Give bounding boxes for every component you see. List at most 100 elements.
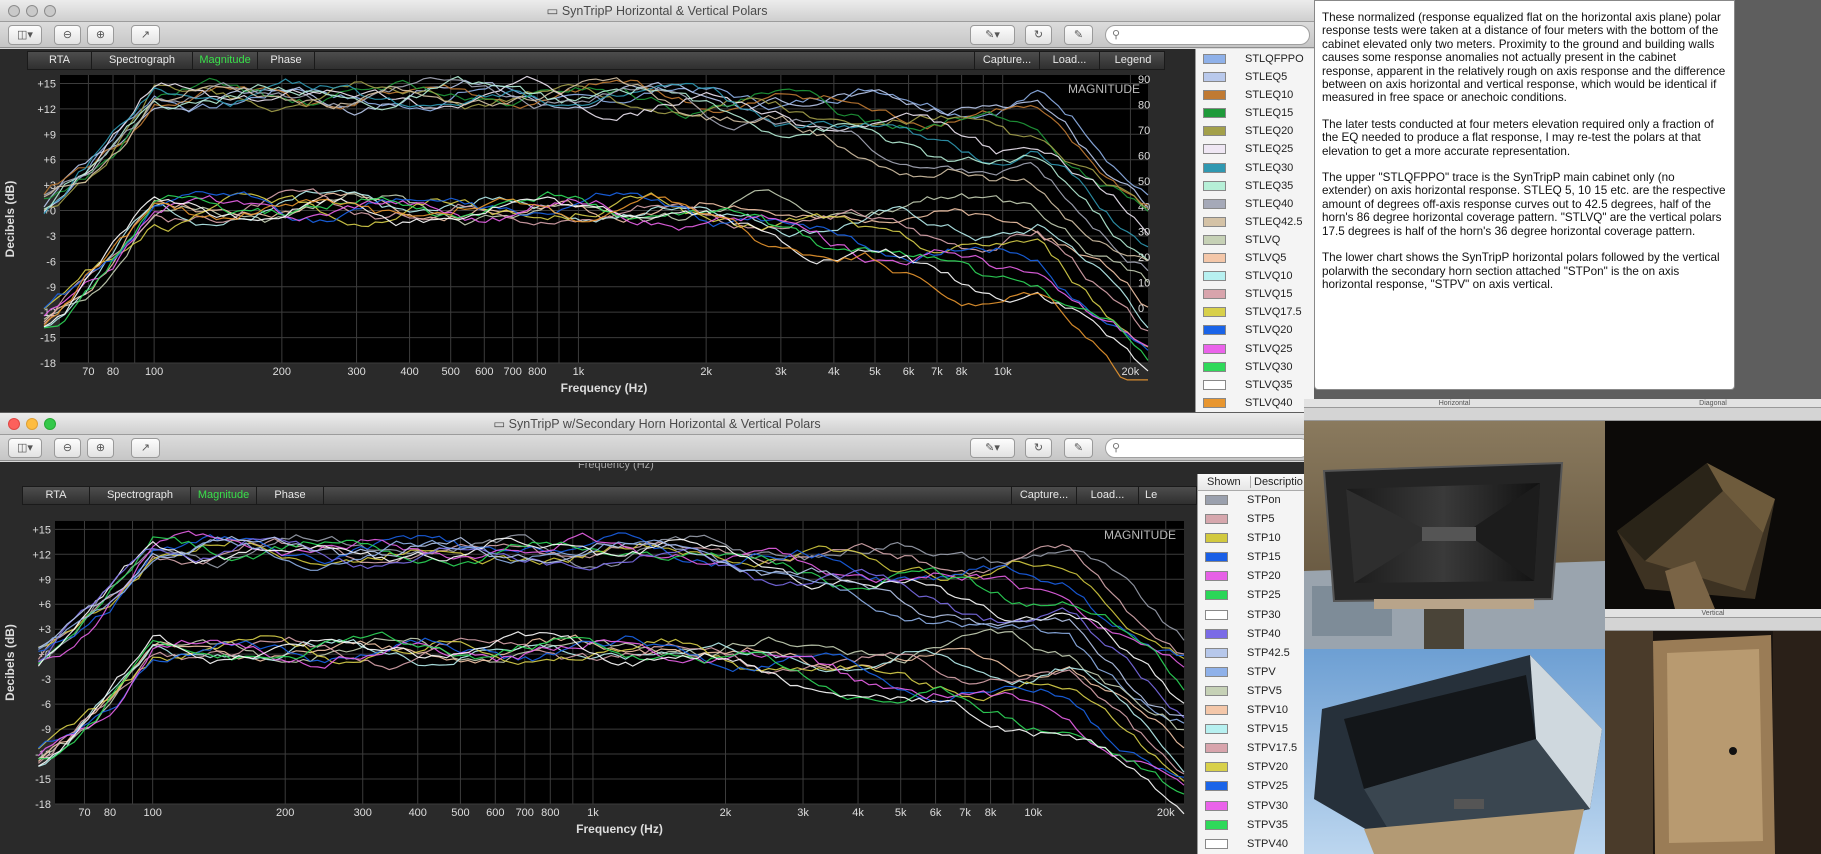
load-button[interactable]: Load... [1040, 52, 1100, 69]
capture-button[interactable]: Capture... [1011, 487, 1077, 504]
minimize-button[interactable] [26, 5, 38, 17]
legend-row[interactable]: STPon [1198, 491, 1314, 510]
legend-row[interactable]: STPV15 [1198, 720, 1314, 739]
zoom-in-button[interactable]: ⊕ [87, 25, 114, 45]
photo-window-diagonal[interactable]: Diagonal [1605, 399, 1821, 609]
rotate-button[interactable]: ↻ [1025, 25, 1052, 45]
legend-swatch [1205, 838, 1228, 849]
legend-row[interactable]: STP20 [1198, 567, 1314, 586]
legend-row[interactable]: STLEQ20 [1196, 122, 1314, 140]
legend-row[interactable]: STPV25 [1198, 777, 1314, 796]
x-tick-label: 70 [78, 807, 90, 819]
minimize-button[interactable] [26, 418, 38, 430]
zoom-button[interactable] [44, 5, 56, 17]
legend-row[interactable]: STPV40 [1198, 835, 1314, 854]
legend-row[interactable]: STPV [1198, 663, 1314, 682]
legend-row[interactable]: STPV17.5 [1198, 739, 1314, 758]
sidebar-view-button[interactable]: ◫▾ [8, 438, 42, 458]
tab-spectrograph[interactable]: Spectrograph [90, 487, 191, 504]
share-button[interactable]: ↗ [131, 438, 160, 458]
legend-row[interactable]: STLVQ30 [1196, 358, 1314, 376]
load-button[interactable]: Load... [1077, 487, 1139, 504]
legend-row[interactable]: STP5 [1198, 510, 1314, 529]
window-bottom: ▭ SynTripP w/Secondary Horn Horizontal &… [0, 413, 1314, 854]
legend-row[interactable]: STP42.5 [1198, 644, 1314, 663]
tab-magnitude[interactable]: Magnitude [193, 52, 258, 69]
rotate-button[interactable]: ↻ [1025, 438, 1052, 458]
y-tick-label: +15 [37, 78, 56, 90]
legend-row[interactable]: STLVQ [1196, 231, 1314, 249]
legend-row[interactable]: STLVQ20 [1196, 321, 1314, 339]
legend-row[interactable]: STP10 [1198, 529, 1314, 548]
legend-row[interactable]: STP30 [1198, 606, 1314, 625]
photo-window-vertical[interactable]: Vertical [1605, 609, 1821, 854]
legend-row[interactable]: STPV10 [1198, 701, 1314, 720]
search-field[interactable]: ⚲ [1105, 438, 1310, 458]
legend-row[interactable]: STLEQ30 [1196, 159, 1314, 177]
tab-phase[interactable]: Phase [258, 52, 315, 69]
legend-row[interactable]: STLEQ10 [1196, 86, 1314, 104]
legend-row[interactable]: STLVQ15 [1196, 285, 1314, 303]
legend-row[interactable]: STLQFPPO [1196, 50, 1314, 68]
zoom-in-button[interactable]: ⊕ [87, 438, 114, 458]
chart2-magnitude-plot[interactable]: +15+12+9+6+3+0-3-6-9-12-15-1870 80 100 200 3… [0, 508, 1195, 854]
legend-row[interactable]: STLEQ40 [1196, 195, 1314, 213]
legend-label: STLEQ42.5 [1245, 215, 1303, 228]
notes-window[interactable]: These normalized (response equalized fla… [1314, 0, 1735, 390]
window-top-titlebar[interactable]: ▭ SynTripP Horizontal & Vertical Polars [0, 0, 1314, 22]
zoom-out-button[interactable]: ⊖ [54, 25, 81, 45]
edit-button[interactable]: ✎ [1064, 438, 1093, 458]
legend-row[interactable]: STP15 [1198, 548, 1314, 567]
legend-row[interactable]: STPV30 [1198, 797, 1314, 816]
y-tick-label: +15 [32, 524, 51, 536]
legend-row[interactable]: STP40 [1198, 625, 1314, 644]
legend-row[interactable]: STLVQ25 [1196, 340, 1314, 358]
markup-button[interactable]: ✎▾ [970, 25, 1015, 45]
tab-phase[interactable]: Phase [257, 487, 324, 504]
column-description[interactable]: Descriptio [1250, 476, 1303, 488]
zoom-button[interactable] [44, 418, 56, 430]
photo-titlebar[interactable]: Vertical [1605, 609, 1821, 618]
zoom-out-button[interactable]: ⊖ [54, 438, 81, 458]
legend-row[interactable]: STLVQ40 [1196, 394, 1314, 412]
legend-row[interactable]: STPV35 [1198, 816, 1314, 835]
legend-row[interactable]: STPV20 [1198, 758, 1314, 777]
sidebar-view-button[interactable]: ◫▾ [8, 25, 42, 45]
legend-swatch [1203, 289, 1226, 300]
legend-row[interactable]: STLVQ35 [1196, 376, 1314, 394]
share-button[interactable]: ↗ [131, 25, 160, 45]
legend-button[interactable]: Legend [1100, 52, 1166, 69]
legend-row[interactable]: STLEQ5 [1196, 68, 1314, 86]
photo-titlebar[interactable]: Horizontal [1304, 399, 1605, 408]
legend-label: STLEQ15 [1245, 107, 1294, 120]
tab-rta[interactable]: RTA [23, 487, 90, 504]
legend-row[interactable]: STLEQ15 [1196, 104, 1314, 122]
window-bottom-titlebar[interactable]: ▭ SynTripP w/Secondary Horn Horizontal &… [0, 413, 1314, 435]
photo-window-horizontal[interactable]: Horizontal [1304, 399, 1605, 649]
legend-row[interactable]: STLEQ35 [1196, 177, 1314, 195]
markup-button[interactable]: ✎▾ [970, 438, 1015, 458]
legend-row[interactable]: STPV5 [1198, 682, 1314, 701]
legend-swatch [1203, 72, 1226, 83]
edit-button[interactable]: ✎ [1064, 25, 1093, 45]
legend-row[interactable]: STLVQ5 [1196, 249, 1314, 267]
column-shown[interactable]: Shown [1207, 476, 1241, 488]
legend-button[interactable]: Le [1139, 487, 1198, 504]
photo-titlebar[interactable]: Diagonal [1605, 399, 1821, 408]
search-field[interactable]: ⚲ [1105, 25, 1310, 45]
legend-row[interactable]: STLEQ42.5 [1196, 213, 1314, 231]
tab-magnitude[interactable]: Magnitude [191, 487, 257, 504]
legend-row[interactable]: STLVQ17.5 [1196, 303, 1314, 321]
tab-rta[interactable]: RTA [28, 52, 92, 69]
chart1-magnitude-plot[interactable]: +15+12+9+6+3+0-3-6-9-12-15-1870 80 100 200 3… [0, 72, 1190, 412]
legend-row[interactable]: STLEQ25 [1196, 140, 1314, 158]
tab-spectrograph[interactable]: Spectrograph [92, 52, 193, 69]
legend-row[interactable]: STLVQ10 [1196, 267, 1314, 285]
legend-swatch [1203, 126, 1226, 137]
close-button[interactable] [8, 418, 20, 430]
legend-row[interactable]: STP25 [1198, 586, 1314, 605]
x-tick-label: 2k [700, 366, 712, 378]
capture-button[interactable]: Capture... [974, 52, 1040, 69]
close-button[interactable] [8, 5, 20, 17]
x-tick-label: 500 [442, 366, 460, 378]
